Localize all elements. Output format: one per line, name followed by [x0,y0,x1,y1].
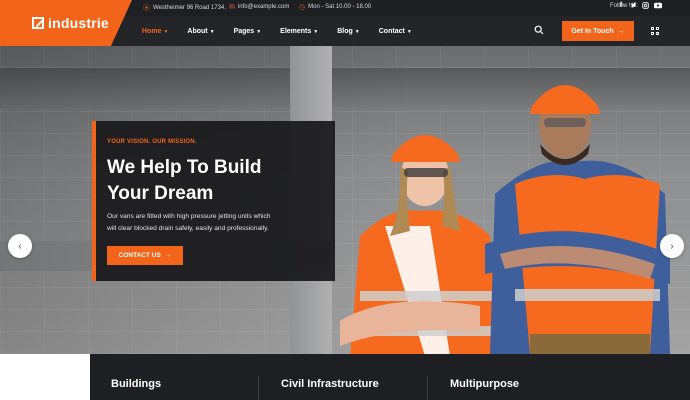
arrow-right-icon: → [617,27,625,35]
address-info: ⦿ Westheimer 96 Road 1734. [143,3,226,13]
instagram-icon[interactable] [642,2,649,11]
contact-us-label: CONTACT US [118,252,161,259]
chevron-down-icon: ▼ [406,28,412,35]
service-multipurpose[interactable]: Multipurpose [450,378,519,390]
nav-item-blog[interactable]: Blog ▼ [337,28,360,35]
clock-icon: ◷ [299,4,306,11]
chevron-left-icon: ‹ [18,240,22,252]
arrow-right-icon: → [164,252,172,259]
youtube-icon[interactable] [654,2,662,11]
hero-eyebrow: YOUR VISION. OUR MISSION. [107,139,197,145]
services-strip: Buildings Civil Infrastructure Multipurp… [90,354,690,400]
get-in-touch-button[interactable]: Get In Touch → [562,21,634,41]
email-text[interactable]: info@example.com [238,4,289,10]
facebook-icon[interactable]: f [618,2,624,11]
twitter-icon[interactable] [630,2,637,11]
hero-title: We Help To Build Your Dream [107,155,327,207]
hours-text: Mon - Sat 10.00 - 18.00 [308,4,372,10]
hero-title-line2: Your Dream [107,183,214,204]
social-links: f [618,2,662,11]
chevron-down-icon: ▼ [163,28,169,35]
chevron-down-icon: ▼ [354,28,360,35]
chevron-down-icon: ▼ [256,28,262,35]
logo-text: industrie [48,15,109,31]
search-icon[interactable] [534,25,544,35]
address-text: Westheimer 96 Road 1734. [153,5,226,11]
hours-info: ◷ Mon - Sat 10.00 - 18.00 [299,3,371,11]
chevron-down-icon: ▼ [209,28,215,35]
chevron-right-icon: › [670,240,674,252]
contact-us-button[interactable]: CONTACT US → [107,246,183,265]
nav-item-home[interactable]: Home ▼ [142,28,168,35]
hero-title-line1: We Help To Build [107,157,262,178]
nav-item-contact[interactable]: Contact ▼ [379,28,412,35]
location-pin-icon: ⦿ [143,5,150,12]
worker-man-image [485,85,670,354]
grid-menu-icon[interactable] [651,27,659,35]
nav-item-pages[interactable]: Pages ▼ [234,28,262,35]
email-info[interactable]: ✉ info@example.com [229,3,289,11]
hero-text-line2: will clear blocked drain safely, easily … [107,225,269,232]
slider-next-button[interactable]: › [660,234,684,258]
nav-item-about[interactable]: About ▼ [187,28,214,35]
service-buildings[interactable]: Buildings [111,378,161,390]
logo-mark-icon [32,17,44,29]
chevron-down-icon: ▼ [313,28,319,35]
hero-description: Our vans are fitted with high pressure j… [107,211,322,235]
divider [258,376,259,400]
slider-prev-button[interactable]: ‹ [8,234,32,258]
main-nav: Home ▼ About ▼ Pages ▼ Elements ▼ Blog ▼ Cont… [142,16,412,46]
hero-text-line1: Our vans are fitted with high pressure j… [107,213,271,220]
nav-item-elements[interactable]: Elements ▼ [280,28,318,35]
service-civil-infrastructure[interactable]: Civil Infrastructure [281,378,379,390]
get-in-touch-label: Get In Touch [571,27,614,35]
divider [427,376,428,400]
logo[interactable]: industrie [0,0,132,46]
mail-icon: ✉ [229,4,235,11]
